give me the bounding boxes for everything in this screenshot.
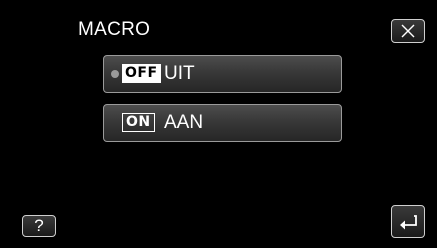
on-badge: ON xyxy=(122,113,155,132)
option-off-button[interactable]: OFF UIT xyxy=(103,55,342,93)
close-button[interactable] xyxy=(391,19,425,43)
return-arrow-icon xyxy=(400,214,417,229)
back-button[interactable] xyxy=(391,205,425,238)
off-badge: OFF xyxy=(122,64,161,83)
selected-indicator-dot xyxy=(111,70,119,78)
page-title: MACRO xyxy=(78,19,151,40)
option-on-label: AAN xyxy=(164,112,204,133)
help-label: ? xyxy=(34,216,44,235)
close-icon xyxy=(401,24,415,38)
option-on-button[interactable]: ON AAN xyxy=(103,104,342,142)
macro-menu-screen: MACRO OFF UIT ON AAN ? xyxy=(0,0,437,248)
help-button[interactable]: ? xyxy=(22,215,56,237)
option-off-label: UIT xyxy=(164,63,195,84)
